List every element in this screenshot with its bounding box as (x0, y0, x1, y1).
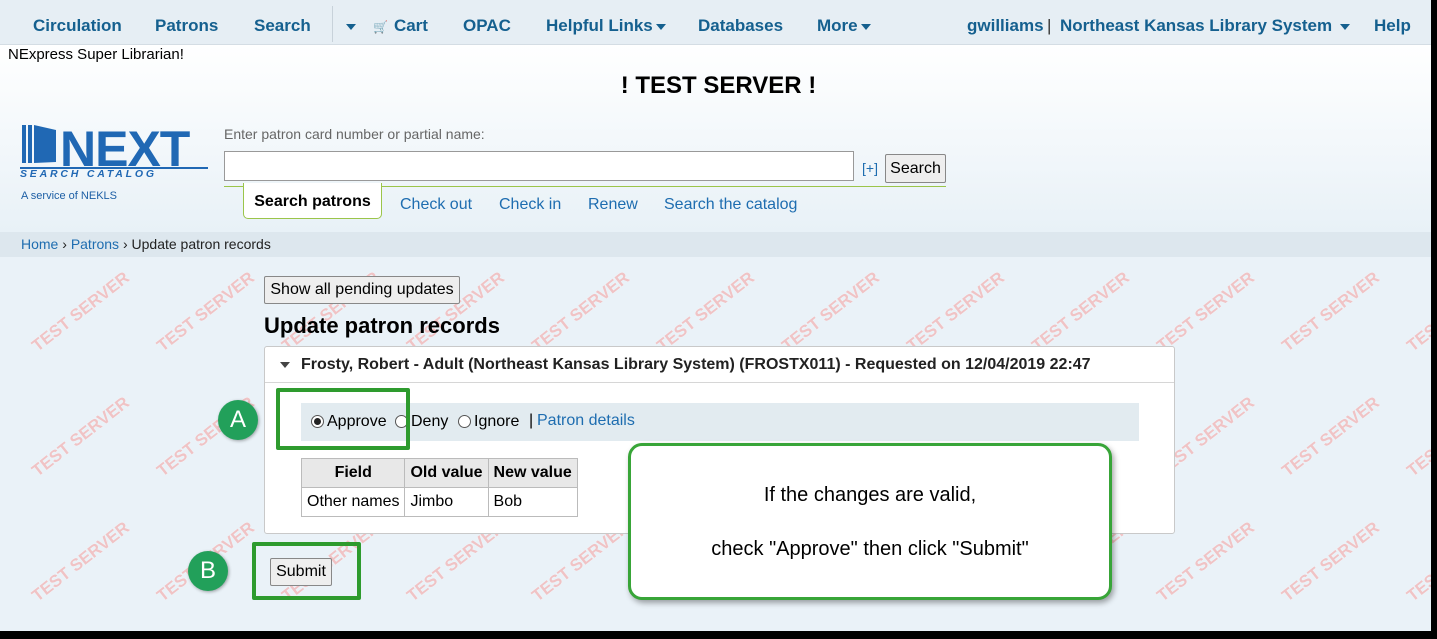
patron-search-input[interactable] (224, 151, 854, 181)
nav-helpful-links-label: Helpful Links (546, 16, 653, 35)
nav-circulation[interactable]: Circulation (33, 16, 122, 36)
watermark-text: TEST SERVER (1028, 267, 1133, 356)
radio-ignore[interactable]: Ignore (458, 413, 519, 431)
table-cell: Other names (300, 487, 406, 517)
nav-divider (332, 6, 333, 42)
tab-renew[interactable]: Renew (588, 196, 638, 214)
action-separator: | (529, 412, 534, 429)
search-dropdown-toggle[interactable] (343, 16, 356, 36)
nav-databases[interactable]: Databases (698, 16, 783, 36)
breadcrumb-separator: › (62, 236, 67, 252)
watermark-text: TEST SERVER (1403, 518, 1431, 606)
nav-cart[interactable]: 🛒 Cart (373, 16, 428, 36)
app-frame: TEST SERVER TEST SERVER TEST SERVER TEST SE… (0, 0, 1431, 631)
tab-search-catalog[interactable]: Search the catalog (664, 196, 797, 214)
watermark-text: TEST SERVER (28, 267, 133, 356)
show-pending-updates-button[interactable]: Show all pending updates (264, 276, 460, 304)
nav-separator: | (1047, 16, 1052, 35)
advanced-search-toggle[interactable]: [+] (862, 160, 878, 176)
nav-search[interactable]: Search (254, 16, 311, 36)
panel-title: Frosty, Robert - Adult (Northeast Kansas… (301, 356, 1091, 373)
instruction-tooltip: If the changes are valid, check "Approve… (628, 443, 1112, 600)
watermark-text: TEST SERVER (778, 267, 883, 356)
marker-a: A (218, 400, 258, 440)
radio-deny-label: Deny (411, 413, 449, 430)
watermark-text: TEST SERVER (528, 267, 633, 356)
nav-patrons[interactable]: Patrons (155, 16, 218, 36)
radio-ignore-label: Ignore (474, 413, 520, 430)
nav-more-label: More (817, 16, 858, 35)
patron-details-link[interactable]: Patron details (537, 412, 635, 430)
tooltip-line-1: If the changes are valid, (763, 484, 977, 506)
column-header: New value (487, 458, 578, 488)
logo-subtitle: SEARCH CATALOG (20, 168, 157, 180)
watermark-text: TEST SERVER (1403, 268, 1431, 356)
cart-icon: 🛒 (373, 20, 388, 34)
breadcrumb: Home › Patrons › Update patron records (21, 236, 271, 252)
logged-in-user-text: NExpress Super Librarian! (8, 46, 184, 63)
chevron-down-icon (346, 23, 356, 30)
watermark-text: TEST SERVER (1403, 393, 1431, 481)
action-row: Approve Deny Ignore | Patron details (301, 403, 1139, 441)
watermark-text: TEST SERVER (653, 267, 758, 356)
nav-help[interactable]: Help (1374, 16, 1411, 36)
test-server-banner: ! TEST SERVER ! (620, 72, 817, 99)
breadcrumb-patrons[interactable]: Patrons (71, 236, 119, 252)
table-header-row: Field Old value New value (300, 458, 578, 488)
tab-check-in[interactable]: Check in (499, 196, 561, 214)
panel-header[interactable]: Frosty, Robert - Adult (Northeast Kansas… (265, 347, 1174, 383)
watermark-text: TEST SERVER (903, 267, 1008, 356)
tab-check-out[interactable]: Check out (400, 196, 472, 214)
table-cell: Bob (487, 487, 578, 517)
watermark-text: TEST SERVER (28, 392, 133, 481)
column-header: Field (300, 458, 406, 488)
callout-box-submit (252, 542, 361, 600)
search-button[interactable]: Search (885, 154, 946, 183)
nav-opac[interactable]: OPAC (463, 16, 511, 36)
chevron-down-icon (1339, 23, 1350, 30)
tooltip-line-2: check "Approve" then click "Submit" (711, 538, 1029, 560)
collapse-caret-icon[interactable] (280, 362, 290, 368)
user-menu[interactable]: gwilliams (967, 16, 1044, 36)
watermark-text: TEST SERVER (1278, 267, 1383, 356)
table-row: Other names Jimbo Bob (300, 487, 578, 517)
radio-ignore-control[interactable] (458, 415, 471, 428)
nav-more[interactable]: More (817, 16, 871, 36)
table-cell: Jimbo (404, 487, 489, 517)
breadcrumb-home[interactable]: Home (21, 236, 58, 252)
changes-table: Field Old value New value Other names Ji… (300, 458, 578, 517)
page-title: Update patron records (264, 313, 500, 338)
breadcrumb-separator: › (122, 236, 128, 252)
top-navbar: Circulation Patrons Search 🛒 Cart OPAC He… (0, 0, 1431, 45)
search-label: Enter patron card number or partial name… (224, 126, 485, 142)
callout-box-approve (276, 388, 410, 450)
watermark-text: TEST SERVER (28, 517, 133, 606)
watermark-text: TEST SERVER (1153, 267, 1258, 356)
chevron-down-icon (655, 23, 666, 30)
library-menu-label: Northeast Kansas Library System (1060, 16, 1333, 35)
nav-helpful-links[interactable]: Helpful Links (546, 16, 666, 36)
column-header: Old value (404, 458, 489, 488)
watermark-text: TEST SERVER (1278, 517, 1383, 606)
watermark-text: TEST SERVER (153, 267, 258, 356)
next-logo[interactable]: NEXT SEARCH CATALOG A service of NEKLS (20, 121, 212, 204)
logo-service-text: A service of NEKLS (21, 190, 117, 202)
watermark-text: TEST SERVER (1278, 392, 1383, 481)
marker-b: B (188, 551, 228, 591)
nav-cart-label: Cart (393, 16, 428, 35)
book-icon (22, 125, 56, 163)
chevron-down-icon (860, 23, 871, 30)
library-menu[interactable]: Northeast Kansas Library System (1060, 16, 1350, 36)
tab-search-patrons[interactable]: Search patrons (243, 183, 382, 219)
breadcrumb-current: Update patron records (131, 236, 271, 252)
